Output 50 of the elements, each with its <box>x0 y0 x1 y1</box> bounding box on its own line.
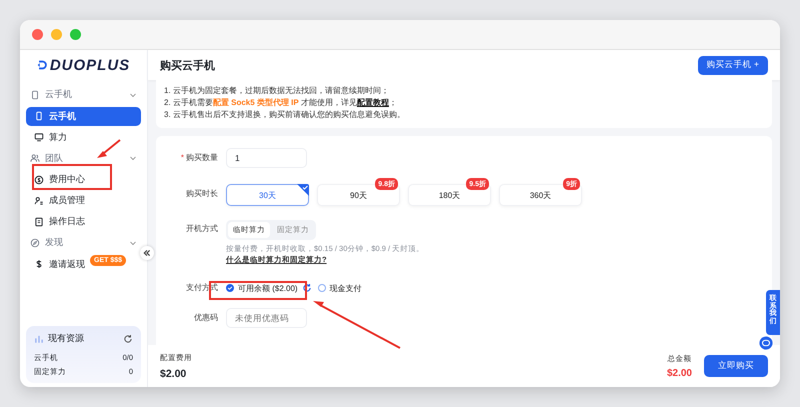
group-label: 云手机 <box>45 88 73 102</box>
buy-now-button[interactable]: 立即购买 <box>704 355 768 377</box>
config-cost-value: $2.00 <box>160 368 188 380</box>
sidebar-item[interactable]: 操作日志 <box>26 212 141 231</box>
notice-line: 2. 云手机需要配置 Sock5 类型代理 IP 才能使用，详见配置教程； <box>164 97 398 109</box>
item-icon <box>34 259 44 269</box>
item-icon <box>34 196 44 206</box>
radio-button[interactable] <box>318 284 326 292</box>
resources-title: 现有资源 <box>48 332 85 345</box>
sidebar-item[interactable]: 成员管理 <box>26 191 141 210</box>
chat-icon[interactable] <box>759 336 773 350</box>
item-icon <box>34 132 44 142</box>
group-label: 团队 <box>45 152 64 165</box>
annotation-arrow <box>97 139 121 158</box>
item-icon <box>34 111 44 121</box>
coupon-field[interactable]: 未使用优惠码 <box>226 308 307 328</box>
refresh-icon[interactable] <box>123 334 133 344</box>
sidebar-group[interactable]: 团队 <box>26 148 141 169</box>
field-label: 开机方式 <box>185 223 219 235</box>
field-label: 购买时长 <box>185 188 219 200</box>
sidebar-item[interactable]: 云手机 <box>26 106 141 126</box>
payment-option[interactable]: 可用余额 ($2.00) <box>226 282 312 294</box>
group-icon <box>30 238 40 248</box>
sidebar-group[interactable]: 云手机 <box>26 84 141 106</box>
total-value: $2.00 <box>666 368 692 378</box>
radio-button[interactable] <box>226 284 234 292</box>
field-label: * 购买数量 <box>180 152 219 164</box>
check-icon <box>297 184 309 196</box>
sidebar-item[interactable]: 费用中心 <box>26 170 141 189</box>
notice-line: 1. 云手机为固定套餐，过期后数据无法找回，请留意续期时间； <box>164 85 390 97</box>
group-icon <box>30 153 40 164</box>
buy-button[interactable]: 购买云手机 + <box>698 56 768 74</box>
item-icon <box>34 174 44 184</box>
group-icon <box>30 90 40 100</box>
sidebar-group[interactable]: 发现 <box>26 232 141 254</box>
item-icon <box>34 216 44 226</box>
logo-icon <box>36 59 48 71</box>
notice-line: 3. 云手机售出后不支持退换，购买前请确认您的购买信息避免误购。 <box>164 109 406 121</box>
refresh-icon[interactable] <box>302 283 312 293</box>
payment-option[interactable]: 现金支付 <box>318 282 362 294</box>
collapse-icon[interactable] <box>140 246 154 260</box>
sidebar-item[interactable]: 算力 <box>26 128 141 146</box>
close-button[interactable] <box>32 29 43 40</box>
page-title: 购买云手机 <box>160 58 215 72</box>
quantity-field[interactable]: 1 <box>226 148 307 168</box>
group-label: 发现 <box>45 236 64 250</box>
field-label: 优惠码 <box>193 312 219 324</box>
duration-option[interactable]: 30天 <box>226 184 309 206</box>
logo-text: DUOPLUS <box>50 56 130 74</box>
bar-chart-icon <box>34 334 44 344</box>
